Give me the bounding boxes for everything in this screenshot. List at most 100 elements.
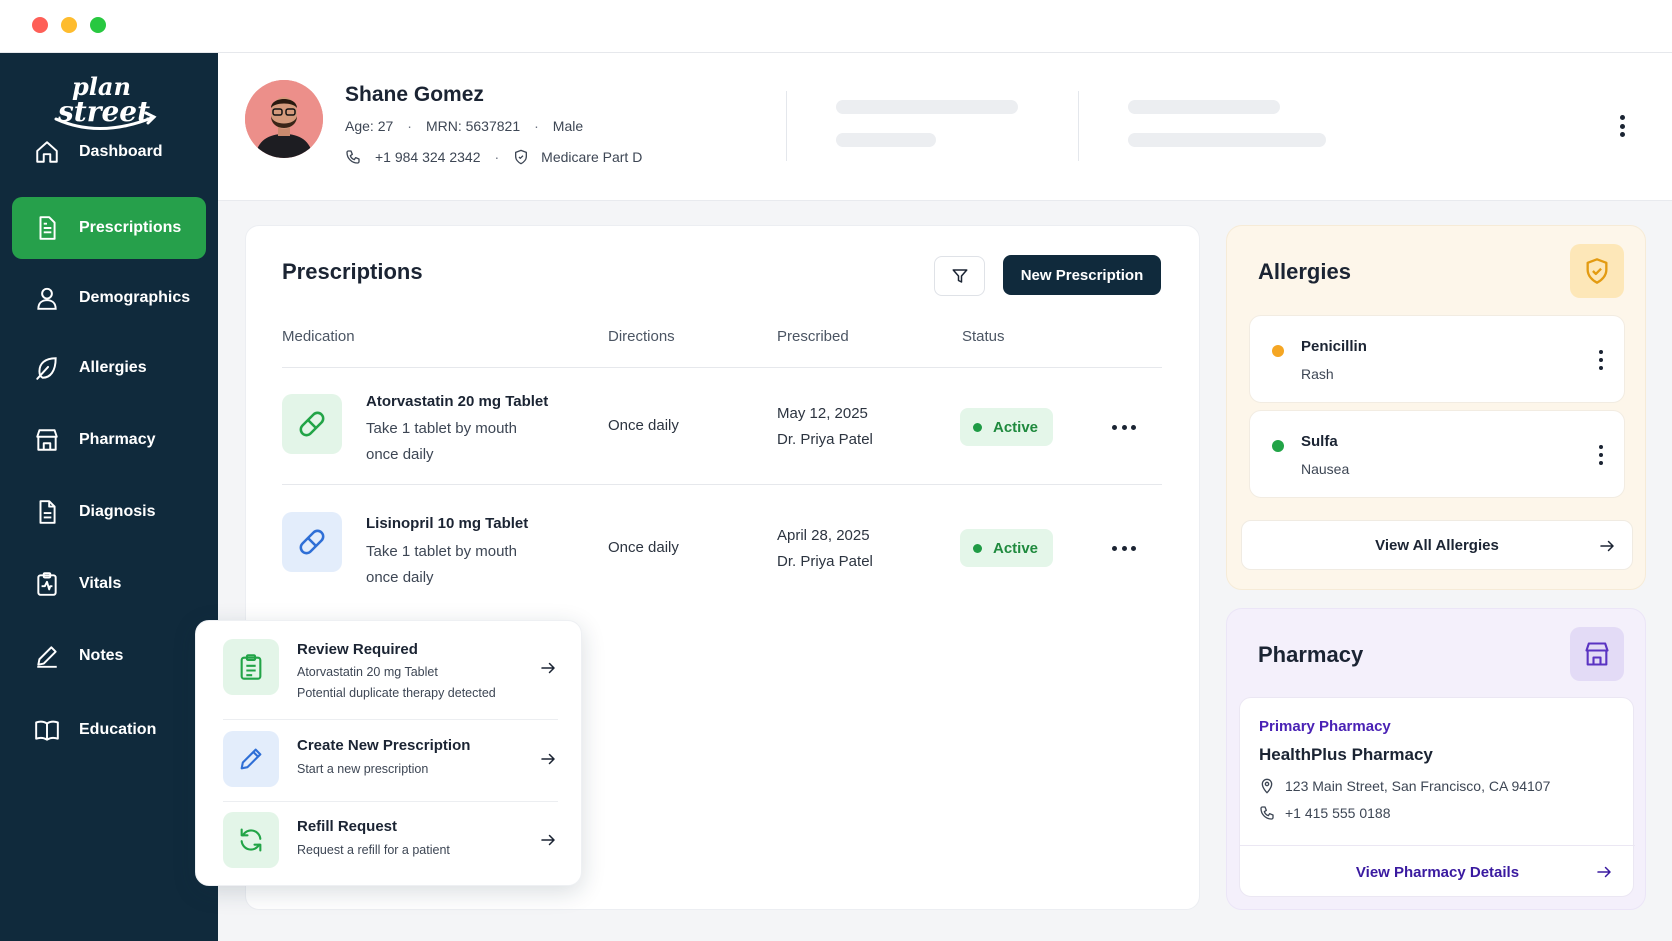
title-bar xyxy=(0,0,1672,53)
header-more-menu-icon[interactable] xyxy=(1612,111,1632,141)
file-text-icon xyxy=(32,497,62,527)
allergy-item[interactable]: Penicillin Rash xyxy=(1249,315,1625,403)
sidebar-item-prescriptions[interactable]: Prescriptions xyxy=(12,197,206,259)
table-divider xyxy=(282,484,1162,485)
separator-dot: · xyxy=(494,149,500,165)
popup-divider xyxy=(223,801,558,802)
view-pharmacy-details-label: View Pharmacy Details xyxy=(1355,863,1520,881)
prescribed-info: April 28, 2025 Dr. Priya Patel xyxy=(777,523,873,575)
separator-dot: · xyxy=(407,118,412,134)
separator-dot: · xyxy=(534,118,539,134)
patient-age: Age: 27 xyxy=(345,118,394,134)
primary-pharmacy-panel: Primary Pharmacy HealthPlus Pharmacy 123… xyxy=(1239,697,1635,898)
arrow-right-icon xyxy=(541,753,555,765)
minimize-window-button[interactable] xyxy=(61,17,77,33)
shield-icon xyxy=(513,149,529,165)
pharmacy-address: 123 Main Street, San Francisco, CA 94107 xyxy=(1285,778,1551,794)
patient-demographics-line: Age: 27 · MRN: 5637821 · Male xyxy=(345,118,583,134)
store-icon xyxy=(32,425,62,455)
arrow-right-icon xyxy=(541,662,555,674)
allergy-item[interactable]: Sulfa Nausea xyxy=(1249,410,1625,498)
view-all-allergies-label: View All Allergies xyxy=(1375,536,1499,554)
document-icon xyxy=(32,213,62,243)
patient-sex: Male xyxy=(552,118,584,134)
book-icon xyxy=(32,715,62,745)
sidebar-item-demographics[interactable]: Demographics xyxy=(12,267,206,329)
sidebar-item-notes[interactable]: Notes xyxy=(12,625,206,687)
view-pharmacy-details-link[interactable]: View Pharmacy Details xyxy=(1240,846,1635,898)
sidebar-item-dashboard[interactable]: Dashboard xyxy=(12,121,206,183)
column-header-medication[interactable]: Medication xyxy=(282,328,355,345)
column-header-directions[interactable]: Directions xyxy=(608,328,675,345)
sidebar-item-pharmacy[interactable]: Pharmacy xyxy=(12,409,206,471)
arrow-right-icon xyxy=(1597,866,1611,878)
pharmacy-address-line: 123 Main Street, San Francisco, CA 94107 xyxy=(1259,778,1550,794)
filter-button[interactable] xyxy=(934,256,985,296)
quick-action-subtitle: Start a new prescription xyxy=(297,762,429,776)
loading-placeholder xyxy=(1128,133,1326,147)
store-icon xyxy=(1570,627,1624,681)
prescribed-info: May 12, 2025 Dr. Priya Patel xyxy=(777,401,873,453)
status-badge: Active xyxy=(960,408,1053,446)
primary-pharmacy-label: Primary Pharmacy xyxy=(1259,718,1391,735)
arrow-right-icon xyxy=(1600,540,1614,552)
row-more-menu-icon[interactable] xyxy=(1112,423,1136,431)
quick-action-subtitle: Request a refill for a patient xyxy=(297,843,450,857)
arrow-right-icon xyxy=(541,834,555,846)
sidebar-item-label: Prescriptions xyxy=(79,219,182,236)
prescriber-name: Dr. Priya Patel xyxy=(777,431,873,448)
close-window-button[interactable] xyxy=(32,17,48,33)
quick-action-subtitle: Atorvastatin 20 mg Tablet Potential dupl… xyxy=(297,665,496,700)
patient-insurance: Medicare Part D xyxy=(541,149,643,165)
allergy-severity-dot xyxy=(1272,345,1284,357)
sidebar-item-education[interactable]: Education xyxy=(12,699,206,761)
sidebar-item-label: Pharmacy xyxy=(79,431,156,448)
allergies-card: Allergies Penicillin Rash Sulfa Nausea V… xyxy=(1226,225,1646,590)
view-all-allergies-button[interactable]: View All Allergies xyxy=(1241,520,1633,570)
refresh-icon xyxy=(223,812,279,868)
phone-icon xyxy=(345,149,361,165)
column-header-prescribed[interactable]: Prescribed xyxy=(777,328,849,345)
clipboard-icon xyxy=(223,639,279,695)
header-divider xyxy=(1078,91,1079,161)
maximize-window-button[interactable] xyxy=(90,17,106,33)
header-divider xyxy=(786,91,787,161)
clipboard-pulse-icon xyxy=(32,569,62,599)
allergies-title: Allergies xyxy=(1258,259,1351,284)
column-header-status[interactable]: Status xyxy=(962,328,1005,345)
sidebar-item-diagnosis[interactable]: Diagnosis xyxy=(12,481,206,543)
sidebar-item-label: Diagnosis xyxy=(79,503,156,520)
pharmacy-phone-line: +1 415 555 0188 xyxy=(1259,805,1391,821)
table-divider xyxy=(282,367,1162,368)
app-window: plan street Dashboard Prescriptions Demo… xyxy=(0,0,1672,941)
allergy-more-menu-icon[interactable] xyxy=(1598,445,1604,465)
sidebar-item-label: Dashboard xyxy=(79,143,163,160)
medication-directions: Once daily xyxy=(608,539,679,556)
home-icon xyxy=(32,137,62,167)
pencil-icon xyxy=(223,731,279,787)
loading-placeholder xyxy=(1128,100,1280,114)
allergy-more-menu-icon[interactable] xyxy=(1598,350,1604,370)
shield-check-icon xyxy=(1570,244,1624,298)
medication-directions: Once daily xyxy=(608,417,679,434)
pencil-icon xyxy=(32,641,62,671)
new-prescription-button[interactable]: New Prescription xyxy=(1003,255,1161,295)
pill-icon xyxy=(282,394,342,454)
sidebar-item-allergies[interactable]: Allergies xyxy=(12,337,206,399)
patient-mrn: MRN: 5637821 xyxy=(425,118,521,134)
row-more-menu-icon[interactable] xyxy=(1112,544,1136,552)
allergy-name: Penicillin xyxy=(1301,338,1367,355)
prescriptions-title: Prescriptions xyxy=(282,259,423,284)
sidebar-item-vitals[interactable]: Vitals xyxy=(12,553,206,615)
sidebar-item-label: Education xyxy=(79,721,157,738)
patient-header: Shane Gomez Age: 27 · MRN: 5637821 · Mal… xyxy=(218,53,1672,201)
medication-instructions: Take 1 tablet by mouth once daily xyxy=(366,420,517,463)
pharmacy-phone: +1 415 555 0188 xyxy=(1285,805,1391,821)
sidebar-item-label: Allergies xyxy=(79,359,147,376)
quick-action-title: Review Required xyxy=(297,641,418,658)
patient-name: Shane Gomez xyxy=(345,83,484,106)
allergy-reaction: Nausea xyxy=(1301,461,1350,477)
location-pin-icon xyxy=(1261,778,1273,794)
filter-icon xyxy=(952,269,967,283)
phone-icon xyxy=(1260,806,1274,820)
